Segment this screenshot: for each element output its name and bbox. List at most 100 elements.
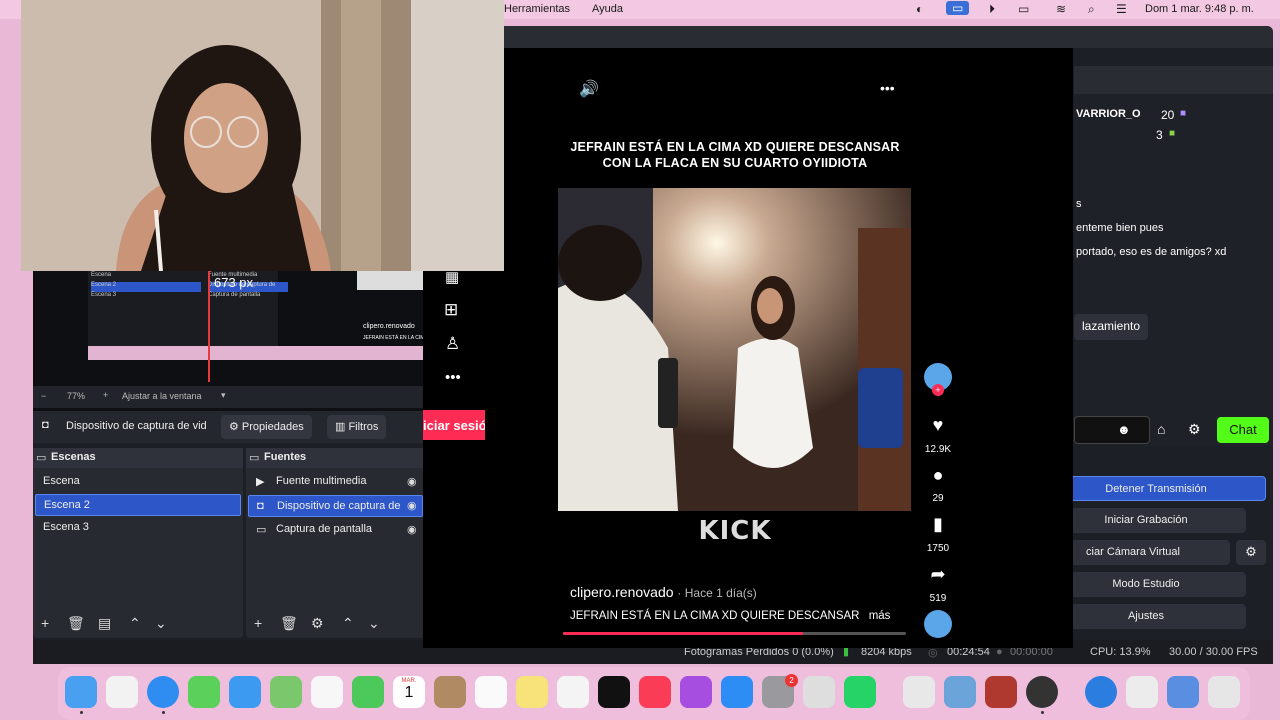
- zoom-out-button[interactable]: −: [41, 391, 46, 401]
- chat-input[interactable]: [1074, 416, 1150, 444]
- contacts-icon[interactable]: [434, 676, 466, 708]
- facetime-icon[interactable]: [352, 676, 384, 708]
- launchpad-icon[interactable]: [106, 676, 138, 708]
- video-author[interactable]: clipero.renovado · Hace 1 día(s): [570, 584, 757, 600]
- source-item[interactable]: ▶ Fuente multimedia: [248, 471, 423, 493]
- whatsapp-icon[interactable]: [844, 676, 876, 708]
- bookmark-icon[interactable]: ▮: [918, 514, 958, 535]
- freeform-icon[interactable]: [557, 676, 589, 708]
- heart-icon[interactable]: ♥: [918, 415, 958, 436]
- settings-button[interactable]: Ajustes: [1046, 604, 1246, 629]
- shares-count: 519: [929, 593, 947, 604]
- scene-item-selected[interactable]: Escena 2: [35, 494, 241, 516]
- add-video-icon[interactable]: ⊞: [444, 300, 458, 320]
- music-icon[interactable]: [639, 676, 671, 708]
- author-name[interactable]: clipero.renovado: [570, 584, 674, 600]
- menu-ayuda[interactable]: Ayuda: [592, 3, 623, 15]
- battery-icon[interactable]: ▭: [1018, 2, 1029, 16]
- stop-stream-button[interactable]: Detener Transmisión: [1046, 476, 1266, 501]
- camera-icon: ◘: [42, 419, 49, 431]
- scene-item[interactable]: Escena: [35, 471, 241, 493]
- emoji-icon[interactable]: ☻: [1117, 422, 1131, 437]
- maps-icon[interactable]: [270, 676, 302, 708]
- gear-icon[interactable]: ⚙: [1188, 421, 1201, 438]
- move-down-icon[interactable]: ⌄: [155, 615, 167, 632]
- zoom-fit-select[interactable]: Ajustar a la ventana: [122, 391, 202, 401]
- mail-icon[interactable]: [229, 676, 261, 708]
- source-item[interactable]: ▭ Captura de pantalla: [248, 519, 423, 541]
- scene-filters-icon[interactable]: ▤: [98, 615, 111, 632]
- chat-button[interactable]: Chat: [1217, 417, 1269, 443]
- video-description: JEFRAIN ESTÁ EN LA CIMA XD QUIERE DESCAN…: [570, 610, 910, 622]
- clock[interactable]: Dom 1 mar. 9:48 p. m.: [1145, 3, 1254, 15]
- source-item-selected[interactable]: ◘ Dispositivo de captura de: [248, 495, 423, 517]
- start-recording-button[interactable]: Iniciar Grabación: [1046, 508, 1246, 533]
- studio-mode-button[interactable]: Modo Estudio: [1046, 572, 1246, 597]
- music-disc-icon[interactable]: [924, 610, 952, 638]
- virtual-camera-settings-icon[interactable]: ⚙: [1236, 540, 1266, 565]
- post-time: · Hace 1 día(s): [677, 586, 757, 600]
- zoom-in-button[interactable]: +: [103, 390, 108, 400]
- source-label: Captura de pantalla: [276, 523, 373, 535]
- reminders-icon[interactable]: [475, 676, 507, 708]
- virtual-camera-button[interactable]: ciar Cámara Virtual: [1046, 540, 1230, 565]
- remove-source-icon[interactable]: 🗑: [280, 615, 298, 632]
- menu-herramientas[interactable]: Herramientas: [504, 3, 570, 15]
- sources-title: Fuentes: [246, 448, 425, 468]
- control-center-toggle-icon[interactable]: ☰: [1116, 2, 1127, 16]
- apple-tv-icon[interactable]: [598, 676, 630, 708]
- sources-dock: Fuentes ▭ ▶ Fuente multimedia ◘ Disposit…: [246, 448, 425, 638]
- move-up-icon[interactable]: ⌃: [129, 615, 141, 632]
- screen-mirror-icon[interactable]: ▭: [946, 1, 970, 15]
- iphone-mirroring-icon[interactable]: [803, 676, 835, 708]
- properties-button[interactable]: ⚙ Propiedades: [221, 415, 312, 439]
- comment-icon[interactable]: ●: [918, 465, 958, 486]
- app-store-icon[interactable]: [721, 676, 753, 708]
- login-button[interactable]: iciar sesió: [423, 410, 485, 440]
- more-link[interactable]: más: [869, 610, 891, 622]
- notes-icon[interactable]: [516, 676, 548, 708]
- tiktok-sidebar: [423, 268, 485, 648]
- dictionary-icon[interactable]: [985, 676, 1017, 708]
- globe-icon[interactable]: [1085, 676, 1117, 708]
- screenshots-stack-icon[interactable]: [1167, 676, 1199, 708]
- chevron-down-icon[interactable]: ▾: [221, 390, 226, 401]
- move-down-icon[interactable]: ⌄: [368, 615, 380, 632]
- add-source-icon[interactable]: +: [254, 615, 262, 631]
- photos-icon[interactable]: [311, 676, 343, 708]
- messages-icon[interactable]: [188, 676, 220, 708]
- play-icon[interactable]: ⏵: [989, 2, 995, 17]
- wifi-icon[interactable]: ≋: [1056, 2, 1066, 16]
- eye-icon[interactable]: ◉: [407, 475, 417, 488]
- scene-item[interactable]: Escena 3: [35, 517, 241, 539]
- sources-dock-icon: ▭: [249, 452, 260, 464]
- options-icon[interactable]: •••: [880, 80, 895, 96]
- calendar-icon[interactable]: MAR. 1: [393, 676, 425, 708]
- trash-icon[interactable]: [1208, 676, 1240, 708]
- eye-icon[interactable]: ◉: [407, 523, 417, 536]
- pinned-button[interactable]: lazamiento: [1074, 314, 1149, 340]
- finder-icon[interactable]: [65, 676, 97, 708]
- share-icon[interactable]: ➦: [918, 564, 958, 585]
- add-scene-icon[interactable]: +: [41, 615, 49, 631]
- follow-icon[interactable]: +: [932, 384, 944, 396]
- quicktime-icon[interactable]: [944, 676, 976, 708]
- more-icon[interactable]: •••: [445, 369, 461, 386]
- move-up-icon[interactable]: ⌃: [342, 615, 354, 632]
- podcasts-icon[interactable]: [680, 676, 712, 708]
- control-center-icon[interactable]: ◐: [916, 2, 923, 16]
- eye-icon[interactable]: ◉: [407, 499, 417, 512]
- filters-button[interactable]: ▥ Filtros: [327, 415, 387, 439]
- source-settings-icon[interactable]: ⚙: [311, 615, 324, 632]
- obs-icon[interactable]: [1026, 676, 1058, 708]
- preview-icon[interactable]: [903, 676, 935, 708]
- profile-icon[interactable]: ♙: [445, 334, 460, 354]
- search-icon[interactable]: ⌕: [1088, 2, 1095, 17]
- safari-icon[interactable]: [147, 676, 179, 708]
- remove-scene-icon[interactable]: 🗑: [67, 615, 85, 632]
- downloads-stack-icon[interactable]: [1126, 676, 1158, 708]
- volume-icon[interactable]: 🔊: [579, 79, 599, 99]
- video-frame[interactable]: [558, 188, 911, 511]
- video-progress[interactable]: [563, 632, 906, 635]
- store-icon[interactable]: ⌂: [1157, 421, 1165, 437]
